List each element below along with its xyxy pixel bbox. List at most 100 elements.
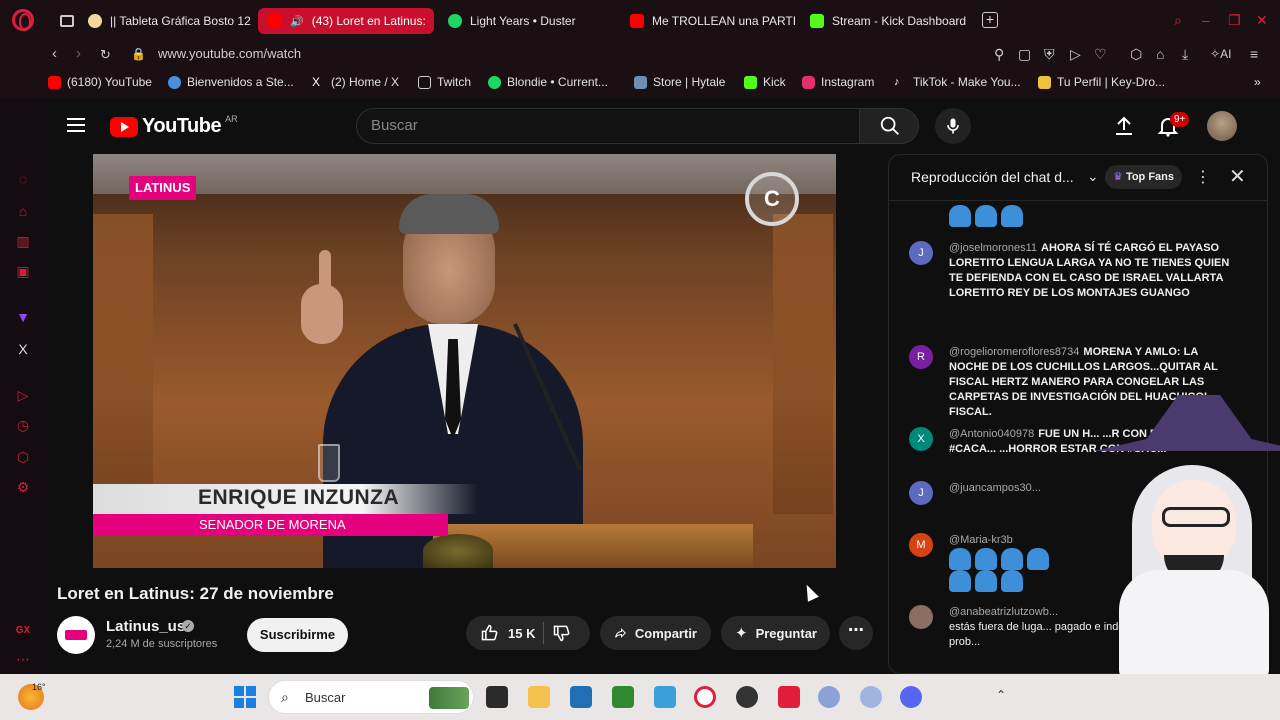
search-tabs-icon[interactable]: ⌕ [1174,12,1182,29]
messenger-icon[interactable]: ▣ [14,262,32,280]
pin-icon[interactable]: ⚲ [994,46,1004,63]
chat-author[interactable]: @Maria-kr3b [949,534,1013,546]
opera-gx-icon[interactable] [694,686,716,708]
youtube-logo[interactable]: YouTube AR [110,114,238,138]
twitch-icon[interactable]: ▼ [14,308,32,326]
extensions-icon[interactable]: ⬡ [1130,46,1142,63]
search-icon [880,116,899,135]
heart-icon[interactable]: ♡ [1094,46,1107,63]
vtube-icon[interactable] [818,686,840,708]
chat-author[interactable]: @joselmorones11 [949,242,1037,254]
ask-button[interactable]: ✦ Preguntar [721,616,830,650]
bookmark-3[interactable]: Twitch [418,75,471,89]
bookmark-2[interactable]: X (2) Home / X [312,75,399,89]
bookmark-7[interactable]: Instagram [802,75,874,89]
account-avatar[interactable] [1207,111,1237,141]
channel-name[interactable]: Latinus_us [106,618,185,635]
subscribe-button[interactable]: Suscribirme [247,618,348,652]
play-icon[interactable]: ▷ [1070,46,1081,63]
forward-button[interactable]: › [76,45,81,62]
close-chat-icon[interactable]: ✕ [1229,164,1246,189]
audio-icon[interactable]: 🔊 [290,15,304,28]
file-explorer-icon[interactable] [528,686,550,708]
aria-icon[interactable]: ◌ [14,170,32,188]
bookmark-9[interactable]: Tu Perfil | Key-Dro... [1038,75,1165,89]
chevron-up-icon[interactable]: ⌃ [996,688,1006,702]
bookmark-6[interactable]: Kick [744,75,786,89]
x-icon[interactable]: X [14,340,32,358]
thumbs-down-icon[interactable] [552,623,572,643]
chat-title[interactable]: Reproducción del chat d... [911,169,1083,185]
share-button[interactable]: Compartir [600,616,711,650]
tab-label: (43) Loret en Latinus: [311,14,426,28]
chat-menu-icon[interactable]: ⋮ [1195,167,1211,187]
photos-icon[interactable] [654,686,676,708]
ai-button[interactable]: ✧AI [1210,47,1231,61]
menu-icon[interactable] [67,118,85,132]
video-player[interactable]: LATINUS C ENRIQUE INZUNZA SENADOR DE MOR… [93,154,836,568]
search-input[interactable]: Buscar [356,108,860,144]
bookmark-5[interactable]: Store | Hytale [634,75,725,89]
bookmark-0[interactable]: (6180) YouTube [48,75,152,89]
taskbar-search[interactable]: ⌕ Buscar [268,680,474,714]
store-icon[interactable] [570,686,592,708]
chat-author[interactable]: @Antonio040978 [949,428,1034,440]
bookmark-1[interactable]: Bienvenidos a Ste... [168,75,294,89]
task-view-icon[interactable] [486,686,508,708]
subscriber-count: 2,24 M de suscriptores [106,638,218,650]
minimize-button[interactable]: – [1202,12,1210,28]
tiktok-studio-icon[interactable] [778,686,800,708]
bookmark-8[interactable]: ♪ TikTok - Make You... [894,75,1021,89]
lock-icon[interactable]: 🔒 [131,47,146,61]
history-icon[interactable]: ◷ [14,416,32,434]
minecraft-icon[interactable] [612,686,634,708]
download-icon[interactable]: ⤓ [1182,46,1188,63]
voice-search-button[interactable] [935,108,971,144]
tab-3[interactable]: Me TROLLEAN una PARTI [620,8,796,34]
search-button[interactable] [859,108,919,144]
gx-icon[interactable]: GX [14,622,32,640]
chat-author[interactable]: @anabeatrizlutzowb... [949,606,1058,618]
wallet-icon[interactable]: ⌂ [1156,46,1164,62]
youtube-page: YouTube AR Buscar 9+ LATINUS C ENRIQUE I… [46,98,1280,720]
more-bookmarks-icon[interactable]: » [1254,75,1261,89]
extensions-sidebar-icon[interactable]: ⬡ [14,448,32,466]
maximize-button[interactable]: ❐ [1228,12,1241,29]
tab-4[interactable]: Stream - Kick Dashboard [800,8,976,34]
bookmark-favicon-icon [802,75,815,89]
chat-avatar: X [909,427,933,451]
reload-icon[interactable]: ↻ [100,47,111,63]
back-button[interactable]: ‹ [52,45,57,62]
bookmark-4[interactable]: Blondie • Current... [488,75,608,89]
chat-author[interactable]: @juancampos30... [949,482,1041,494]
tab-2[interactable]: Light Years • Duster [438,8,616,34]
url-field[interactable]: www.youtube.com/watch [158,46,301,61]
tab-0[interactable]: || Tableta Gráfica Bosto 12 [78,8,252,34]
start-button[interactable] [234,686,256,708]
adblock-icon[interactable]: ⛨ [1044,46,1055,63]
app-icon[interactable] [860,686,882,708]
sidebar-more-icon[interactable]: ⋯ [14,650,32,668]
tab-1[interactable]: 🔊 (43) Loret en Latinus: [258,8,434,34]
chat-author[interactable]: @rogelioromeroflores8734 [949,346,1079,358]
player-icon[interactable]: ▷ [14,386,32,404]
like-button[interactable]: 15 K [480,623,535,643]
chevron-down-icon[interactable]: ⌄ [1087,168,1099,185]
channel-watermark-icon: C [745,172,799,226]
settings-icon[interactable]: ⚙ [14,478,32,496]
shopping-icon[interactable]: ⌂ [14,202,32,220]
discord-icon[interactable] [900,686,922,708]
snapshot-icon[interactable]: ▢ [1018,46,1031,63]
close-window-button[interactable]: ✕ [1256,12,1268,29]
new-tab-button[interactable]: + [982,12,998,28]
channel-avatar[interactable] [57,616,95,654]
obs-icon[interactable] [736,686,758,708]
top-fans-badge[interactable]: ♛ Top Fans [1105,165,1183,189]
bookmark-favicon-icon [418,75,431,89]
more-actions-button[interactable]: ⋯ [839,616,873,650]
easy-setup-icon[interactable]: ≡ [1250,46,1258,62]
opera-menu-icon[interactable] [12,9,34,31]
upload-icon[interactable] [1112,114,1136,138]
mouse-cursor [801,582,819,602]
chart-icon[interactable]: ▥ [14,232,32,250]
